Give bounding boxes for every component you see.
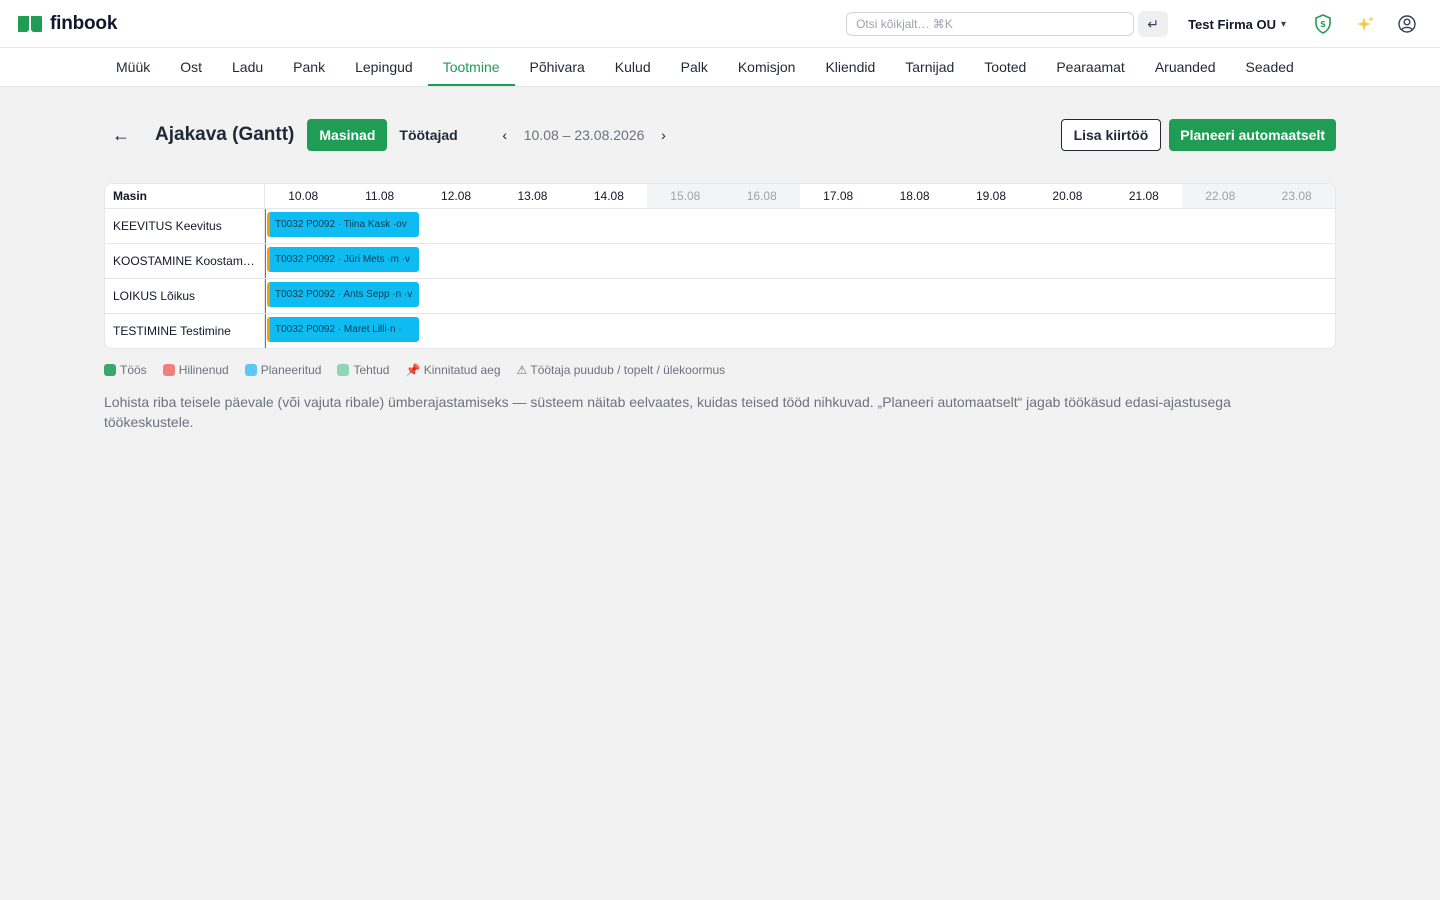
user-icon[interactable] bbox=[1396, 13, 1418, 35]
chevron-down-icon: ▾ bbox=[1280, 18, 1286, 30]
job-bar[interactable]: T0032 P0092 · Tiina Kask ·ov bbox=[267, 212, 419, 237]
nav-item-kliendid[interactable]: Kliendid bbox=[810, 48, 890, 86]
search-submit-button[interactable]: ↵ bbox=[1138, 11, 1169, 37]
day-header: 11.08 bbox=[365, 189, 395, 203]
machine-label: KEEVITUS Keevitus bbox=[105, 209, 265, 243]
prev-period-button[interactable]: ‹ bbox=[494, 127, 516, 143]
nav-item-lepingud[interactable]: Lepingud bbox=[340, 48, 428, 86]
nav-item-ost[interactable]: Ost bbox=[165, 48, 217, 86]
page-title: Ajakava (Gantt) bbox=[155, 124, 295, 145]
nav-item-pohivara[interactable]: Põhivara bbox=[515, 48, 600, 86]
app-logo[interactable]: finbook bbox=[18, 13, 117, 35]
nav-item-tootmine[interactable]: Tootmine bbox=[427, 48, 515, 86]
machine-label: TESTIMINE Testimine bbox=[105, 314, 265, 348]
machine-label: KOOSTAMINE Koostam… bbox=[105, 244, 265, 278]
legend-item: Töös bbox=[104, 363, 147, 377]
page-content: ← Ajakava (Gantt) Masinad Töötajad ‹ 10.… bbox=[0, 87, 1440, 432]
nav-item-ladu[interactable]: Ladu bbox=[217, 48, 278, 86]
nav-item-pearaamat[interactable]: Pearaamat bbox=[1041, 48, 1139, 86]
company-name: Test Firma OU bbox=[1188, 16, 1276, 32]
nav-item-kulud[interactable]: Kulud bbox=[600, 48, 666, 86]
legend-item: Hilinenud bbox=[162, 363, 229, 377]
legend-label: Töös bbox=[120, 363, 147, 377]
book-logo-icon bbox=[18, 15, 42, 32]
nav-item-tarnijad[interactable]: Tarnijad bbox=[890, 48, 969, 86]
day-header: 16.08 bbox=[723, 184, 800, 208]
legend-item: Planeeritud bbox=[244, 363, 322, 377]
legend-swatch bbox=[162, 364, 175, 376]
gantt-row: KOOSTAMINE Koostam… T0032 P0092 · Jüri Me… bbox=[105, 243, 1335, 278]
add-urgent-job-button[interactable]: Lisa kiirtöö bbox=[1060, 119, 1162, 151]
help-text: Lohista riba teisele päevale (või vajuta… bbox=[104, 394, 1231, 430]
schedule-header: ← Ajakava (Gantt) Masinad Töötajad ‹ 10.… bbox=[104, 87, 1336, 183]
day-header: 22.08 bbox=[1182, 184, 1259, 208]
top-bar: finbook Otsi kõikjalt… ⌘K ↵ Test Firma O… bbox=[0, 0, 1440, 48]
gantt-chart: Masin 10.08 11.08 12.08 13.08 14.08 15.08 16.0… bbox=[104, 183, 1336, 349]
legend-label: ⚠ Töötaja puudub / topelt / ülekoormus bbox=[516, 363, 726, 377]
main-nav: Müük Ost Ladu Pank Lepingud Tootmine Põh… bbox=[0, 48, 1440, 87]
nav-item-seaded[interactable]: Seaded bbox=[1231, 48, 1309, 86]
global-search-input[interactable]: Otsi kõikjalt… ⌘K bbox=[846, 12, 1135, 36]
day-header: 12.08 bbox=[441, 189, 472, 203]
gantt-row: KEEVITUS Keevitus T0032 P0092 · Tiina Kas… bbox=[105, 208, 1335, 243]
day-headers: 10.08 11.08 12.08 13.08 14.08 15.08 16.08 17.08… bbox=[265, 184, 1335, 208]
legend: Töös Hilinenud Planeeritud Tehtud 📌 Kinnitat… bbox=[104, 363, 1336, 377]
day-header: 14.08 bbox=[593, 189, 624, 203]
legend-label: Tehtud bbox=[353, 363, 390, 377]
day-header: 18.08 bbox=[899, 189, 930, 203]
top-right-controls: Otsi kõikjalt… ⌘K ↵ Test Firma OU ▾ S bbox=[846, 0, 1418, 48]
machine-column-header: Masin bbox=[105, 184, 265, 208]
gantt-track: T0032 P0092 · Tiina Kask ·ov bbox=[265, 209, 1335, 243]
company-selector[interactable]: Test Firma OU ▾ bbox=[1188, 17, 1286, 32]
job-bar[interactable]: T0032 P0092 · Ants Sepp ·n ·v bbox=[267, 282, 419, 307]
legend-swatch bbox=[337, 364, 350, 376]
tab-workers[interactable]: Töötajad bbox=[387, 119, 469, 151]
machine-name: KOOSTAMINE Koostam… bbox=[113, 254, 255, 268]
next-period-button[interactable]: › bbox=[652, 127, 674, 143]
gantt-track: T0032 P0092 · Jüri Mets ·m ·v bbox=[265, 244, 1335, 278]
legend-swatch bbox=[244, 364, 257, 376]
header-actions: Lisa kiirtöö Planeeri automaatselt bbox=[1060, 119, 1336, 151]
legend-item: Tehtud bbox=[337, 363, 389, 377]
shield-icon[interactable]: S bbox=[1312, 13, 1334, 35]
date-range: 10.08 – 23.08.2026 bbox=[523, 127, 645, 143]
gantt-header-row: Masin 10.08 11.08 12.08 13.08 14.08 15.08 16.0… bbox=[105, 184, 1335, 208]
legend-label: Planeeritud bbox=[260, 363, 322, 377]
legend-item: 📌 Kinnitatud aeg bbox=[405, 363, 500, 377]
nav-item-komisjon[interactable]: Komisjon bbox=[723, 48, 811, 86]
legend-label: 📌 Kinnitatud aeg bbox=[405, 363, 501, 377]
svg-text:S: S bbox=[1320, 20, 1326, 29]
day-header: 17.08 bbox=[823, 189, 854, 203]
gantt-row: TESTIMINE Testimine T0032 P0092 · Maret L… bbox=[105, 313, 1335, 348]
sparkle-icon[interactable] bbox=[1354, 13, 1376, 35]
machine-name: KEEVITUS Keevitus bbox=[113, 219, 222, 233]
nav-item-aruanded[interactable]: Aruanded bbox=[1140, 48, 1231, 86]
tab-machines[interactable]: Masinad bbox=[307, 119, 388, 151]
day-header: 23.08 bbox=[1258, 184, 1335, 208]
machine-label: LOIKUS Lõikus bbox=[105, 279, 265, 313]
nav-item-tooted[interactable]: Tooted bbox=[969, 48, 1041, 86]
gantt-track: T0032 P0092 · Ants Sepp ·n ·v bbox=[265, 279, 1335, 313]
day-header: 15.08 bbox=[647, 184, 724, 208]
legend-label: Hilinenud bbox=[178, 363, 229, 377]
job-bar[interactable]: T0032 P0092 · Jüri Mets ·m ·v bbox=[267, 247, 419, 272]
job-bar[interactable]: T0032 P0092 · Maret Lilli·n · bbox=[267, 317, 419, 342]
machine-name: LOIKUS Lõikus bbox=[113, 289, 196, 303]
legend-swatch bbox=[104, 364, 116, 376]
nav-item-myyk[interactable]: Müük bbox=[101, 48, 165, 86]
day-header: 13.08 bbox=[517, 189, 548, 203]
back-arrow-icon[interactable]: ← bbox=[112, 125, 136, 146]
day-header: 21.08 bbox=[1128, 189, 1159, 203]
legend-item: ⚠ Töötaja puudub / topelt / ülekoormus bbox=[517, 363, 726, 377]
gantt-track: T0032 P0092 · Maret Lilli·n · bbox=[265, 314, 1335, 348]
nav-item-pank[interactable]: Pank bbox=[278, 48, 340, 86]
day-header: 20.08 bbox=[1052, 189, 1083, 203]
gantt-row: LOIKUS Lõikus T0032 P0092 · Ants Sepp ·n … bbox=[105, 278, 1335, 313]
app-name: finbook bbox=[50, 12, 118, 34]
day-header: 10.08 bbox=[288, 189, 319, 203]
nav-item-palk[interactable]: Palk bbox=[666, 48, 723, 86]
day-header: 19.08 bbox=[975, 189, 1007, 203]
machine-name: TESTIMINE Testimine bbox=[113, 324, 231, 338]
auto-plan-button[interactable]: Planeeri automaatselt bbox=[1169, 119, 1336, 151]
